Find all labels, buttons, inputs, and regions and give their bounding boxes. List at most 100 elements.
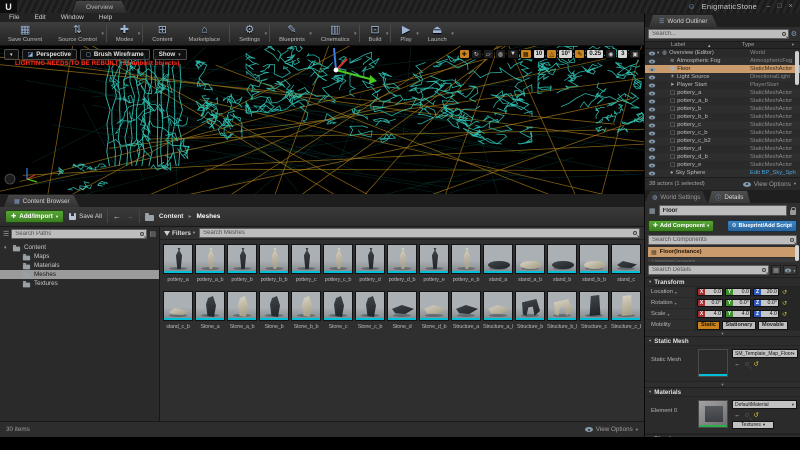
folder-textures[interactable]: Textures: [0, 279, 159, 288]
eye-icon[interactable]: [649, 163, 655, 167]
axis-z-field[interactable]: Z20.0: [753, 288, 779, 296]
folder-meshes[interactable]: Meshes: [0, 270, 159, 279]
browse-icon[interactable]: [745, 413, 749, 417]
outliner-row-pottery-b[interactable]: ▢pottery_bStaticMeshActor: [645, 105, 800, 113]
grid-snap-icon[interactable]: ▦: [520, 49, 532, 59]
eye-icon[interactable]: [649, 75, 655, 79]
asset-structure-a[interactable]: Structure_a: [451, 291, 481, 330]
camera-speed-icon[interactable]: ◉: [605, 49, 616, 59]
tab-details[interactable]: ⓘDetails: [708, 191, 750, 203]
mobility-static[interactable]: Static: [697, 321, 720, 330]
outliner-row-pottery-e[interactable]: ▢pottery_eStaticMeshActor: [645, 161, 800, 169]
outliner-row-floor[interactable]: ▦FloorStaticMeshActor: [645, 65, 800, 73]
toolbar-button-save-current[interactable]: ▦Save Current: [0, 22, 50, 45]
rotation-snap-value[interactable]: 10°: [558, 49, 573, 59]
eye-icon[interactable]: [649, 171, 655, 175]
use-selected-icon[interactable]: ←: [734, 361, 741, 368]
axis-y-field[interactable]: Y0.0: [725, 288, 751, 296]
grid-snap-value[interactable]: 10: [533, 49, 546, 59]
asset-stand-b[interactable]: stand_b: [547, 244, 577, 283]
axis-x-field[interactable]: X0.0°: [697, 299, 723, 307]
asset-pottery-c-b[interactable]: pottery_c_b: [323, 244, 353, 283]
search-assets-input[interactable]: [200, 229, 639, 237]
viewport-options-caret[interactable]: ▾: [4, 49, 19, 60]
folder-content[interactable]: ▾Content: [0, 243, 159, 252]
asset-pottery-d-b[interactable]: pottery_d_b: [387, 244, 417, 283]
axis-z-field[interactable]: Z4.0: [753, 310, 779, 318]
browse-icon[interactable]: [745, 362, 749, 366]
material-thumbnail[interactable]: [698, 400, 728, 428]
dropdown-caret-icon[interactable]: ▾: [416, 31, 419, 37]
static-mesh-dropdown[interactable]: SM_Template_Map_Floor▾: [732, 349, 798, 358]
search-components-input[interactable]: [649, 236, 796, 244]
eye-icon[interactable]: [649, 91, 655, 95]
outliner-row-player-start[interactable]: ➤Player StartPlayerStart: [645, 81, 800, 89]
dropdown-caret-icon[interactable]: ▾: [101, 31, 104, 37]
reset-icon[interactable]: ↺: [754, 411, 759, 419]
mobility-stationary[interactable]: Stationary: [722, 321, 756, 330]
asset-stone-a[interactable]: Stone_a: [195, 291, 225, 330]
asset-stand-c[interactable]: stand_c: [611, 244, 641, 283]
search-details-input[interactable]: [649, 266, 768, 274]
outliner-row-pottery-d[interactable]: ▢pottery_dStaticMeshActor: [645, 145, 800, 153]
content-browser-tab[interactable]: ▦ Content Browser: [4, 195, 80, 207]
actor-name-field[interactable]: [659, 205, 787, 216]
asset-structure-b-b[interactable]: Structure_b_b: [547, 291, 577, 330]
transform-section-header[interactable]: ▾ Transform: [645, 277, 800, 287]
blueprint-add-script-button[interactable]: ⚙ Blueprint/Add Script: [727, 220, 797, 232]
asset-stand-b-b[interactable]: stand_b_b: [579, 244, 609, 283]
eye-icon[interactable]: [649, 123, 655, 127]
asset-structure-a-b[interactable]: Structure_a_b: [483, 291, 513, 330]
asset-stone-d-b[interactable]: Stone_d_b: [419, 291, 449, 330]
outliner-row-light-source[interactable]: ☀Light SourceDirectionalLight: [645, 73, 800, 81]
rotation-snap-icon[interactable]: △: [546, 49, 557, 59]
eye-icon[interactable]: [649, 67, 655, 71]
search-components-field[interactable]: [648, 235, 797, 245]
show-button[interactable]: Show▾: [153, 49, 187, 60]
type-column-header[interactable]: Type: [742, 42, 792, 48]
menu-edit[interactable]: Edit: [34, 14, 45, 21]
toolbar-button-source-control[interactable]: ⇅Source Control▾: [50, 22, 105, 45]
outliner-row-pottery-c[interactable]: ▢pottery_cStaticMeshActor: [645, 121, 800, 129]
mobility-movable[interactable]: Movable: [758, 321, 788, 330]
asset-pottery-a[interactable]: pottery_a: [163, 244, 193, 283]
eye-icon[interactable]: [649, 83, 655, 87]
outliner-view-options-button[interactable]: View Options ▾: [743, 181, 796, 188]
eye-icon[interactable]: [649, 115, 655, 119]
viewport[interactable]: LIGHTING NEEDS TO BE REBUILT (31 unbuilt…: [0, 46, 644, 194]
outliner-row-pottery-b-b[interactable]: ▢pottery_b_bStaticMeshActor: [645, 113, 800, 121]
asset-structure-b[interactable]: Structure_b: [515, 291, 545, 330]
eye-icon[interactable]: [649, 147, 655, 151]
asset-stone-c-b[interactable]: Stone_c_b: [355, 291, 385, 330]
eye-icon[interactable]: [649, 107, 655, 111]
eye-icon[interactable]: [649, 155, 655, 159]
scale-snap-icon[interactable]: ✎: [574, 49, 585, 59]
asset-pottery-c[interactable]: pottery_c: [291, 244, 321, 283]
axis-x-field[interactable]: X0.0: [697, 288, 723, 296]
axis-y-field[interactable]: Y0.0°: [725, 299, 751, 307]
outliner-row-pottery-c-b2[interactable]: ▢pottery_c_b2StaticMeshActor: [645, 137, 800, 145]
asset-pottery-e[interactable]: pottery_e: [419, 244, 449, 283]
world-outliner-tab[interactable]: ☰ World Outliner: [649, 15, 718, 27]
view-mode-button[interactable]: ◻Brush Wireframe: [80, 49, 150, 60]
path-filter-icon[interactable]: ▤: [149, 230, 156, 238]
toolbar-button-blueprints[interactable]: ✎Blueprints▾: [271, 22, 313, 45]
axis-y-field[interactable]: Y4.0: [725, 310, 751, 318]
dropdown-caret-icon[interactable]: ▾: [451, 31, 454, 37]
dropdown-caret-icon[interactable]: ▾: [265, 31, 268, 37]
property-matrix-icon[interactable]: ▦: [771, 265, 781, 275]
search-details-field[interactable]: [648, 265, 769, 275]
toolbar-button-content[interactable]: ⊞Content: [144, 22, 180, 45]
toolbar-button-marketplace[interactable]: ⌂Marketplace: [181, 22, 229, 45]
outliner-row-sky-sphere[interactable]: ●Sky SphereEdit BP_Sky_Sph: [645, 169, 800, 177]
toolbar-button-launch[interactable]: ⏏Launch▾: [420, 22, 455, 45]
asset-pottery-d[interactable]: pottery_d: [355, 244, 385, 283]
outliner-row-pottery-a[interactable]: ▢pottery_aStaticMeshActor: [645, 89, 800, 97]
reset-icon[interactable]: ↺: [782, 289, 787, 296]
filters-button[interactable]: Filters ▾: [164, 230, 195, 237]
dropdown-caret-icon[interactable]: ▾: [309, 31, 312, 37]
static-mesh-thumbnail[interactable]: [698, 349, 728, 377]
reset-icon[interactable]: ↺: [782, 311, 787, 318]
minimize-button[interactable]: –: [763, 2, 774, 12]
outliner-search-field[interactable]: [648, 29, 789, 39]
